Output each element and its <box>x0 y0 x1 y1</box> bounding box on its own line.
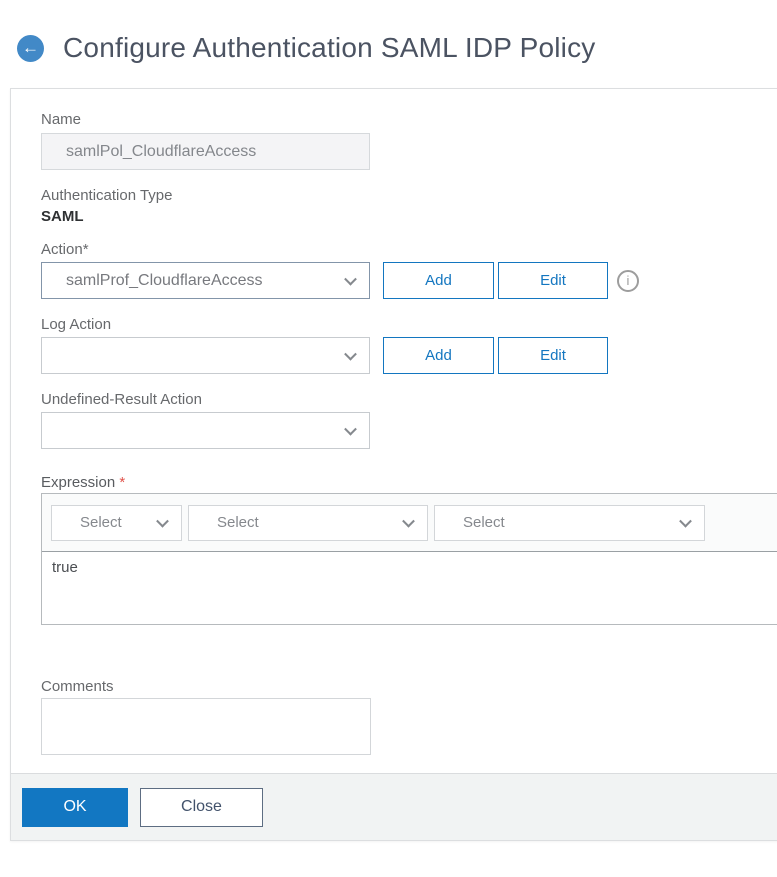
chevron-down-icon <box>344 347 357 361</box>
chevron-down-icon <box>344 272 357 286</box>
expression-builder: Select Select Select true <box>41 493 777 625</box>
expression-label: Expression * <box>41 473 777 492</box>
action-label: Action* <box>41 241 89 258</box>
action-edit-button[interactable]: Edit <box>498 262 608 299</box>
expression-operator-select-2[interactable]: Select <box>188 504 428 541</box>
log-action-select[interactable] <box>41 337 370 374</box>
log-action-edit-button[interactable]: Edit <box>498 337 608 374</box>
configure-saml-idp-policy-page: ← Configure Authentication SAML IDP Poli… <box>0 0 777 877</box>
footer-action-bar: OK Close <box>11 773 777 840</box>
form-content: Name Authentication Type SAML Action* sa… <box>11 110 777 755</box>
close-button[interactable]: Close <box>140 787 263 827</box>
action-select[interactable]: samlProf_CloudflareAccess <box>41 262 370 299</box>
log-action-add-button[interactable]: Add <box>383 337 494 374</box>
expression-editor[interactable]: true <box>42 552 777 624</box>
log-action-label: Log Action <box>41 316 112 333</box>
chevron-down-icon <box>156 514 169 528</box>
page-title: Configure Authentication SAML IDP Policy <box>63 32 596 63</box>
info-icon[interactable]: i <box>617 269 639 292</box>
authentication-type-label: Authentication Type <box>41 187 173 204</box>
chevron-down-icon <box>344 422 357 436</box>
undefined-result-action-row <box>41 412 777 449</box>
action-add-button[interactable]: Add <box>383 262 494 299</box>
expression-operator-select-2-value: Select <box>217 514 259 531</box>
comments-label: Comments <box>41 678 114 695</box>
ok-button[interactable]: OK <box>22 787 128 827</box>
required-asterisk: * <box>119 474 126 491</box>
undefined-result-action-select[interactable] <box>41 412 370 449</box>
undefined-result-action-label: Undefined-Result Action <box>41 391 202 408</box>
action-row: samlProf_CloudflareAccess Add Edit i <box>41 262 777 299</box>
arrow-left-icon: ← <box>22 38 39 57</box>
expression-toolbar: Select Select Select <box>42 494 777 552</box>
chevron-down-icon <box>402 514 415 528</box>
chevron-down-icon <box>679 514 692 528</box>
expression-operator-select-1[interactable]: Select <box>51 504 182 541</box>
expression-operator-select-1-value: Select <box>80 514 122 531</box>
log-action-row: Add Edit <box>41 337 777 374</box>
action-select-value: samlProf_CloudflareAccess <box>66 271 263 289</box>
name-input[interactable] <box>41 133 370 170</box>
name-label: Name <box>41 111 82 128</box>
expression-operator-select-3-value: Select <box>463 514 505 531</box>
form-panel: Name Authentication Type SAML Action* sa… <box>10 88 777 841</box>
authentication-type-value: SAML <box>41 208 84 225</box>
expression-label-text: Expression <box>41 474 116 491</box>
back-button[interactable]: ← <box>17 34 44 62</box>
comments-textarea[interactable] <box>41 698 371 755</box>
expression-operator-select-3[interactable]: Select <box>434 504 705 541</box>
header: ← Configure Authentication SAML IDP Poli… <box>17 32 596 64</box>
